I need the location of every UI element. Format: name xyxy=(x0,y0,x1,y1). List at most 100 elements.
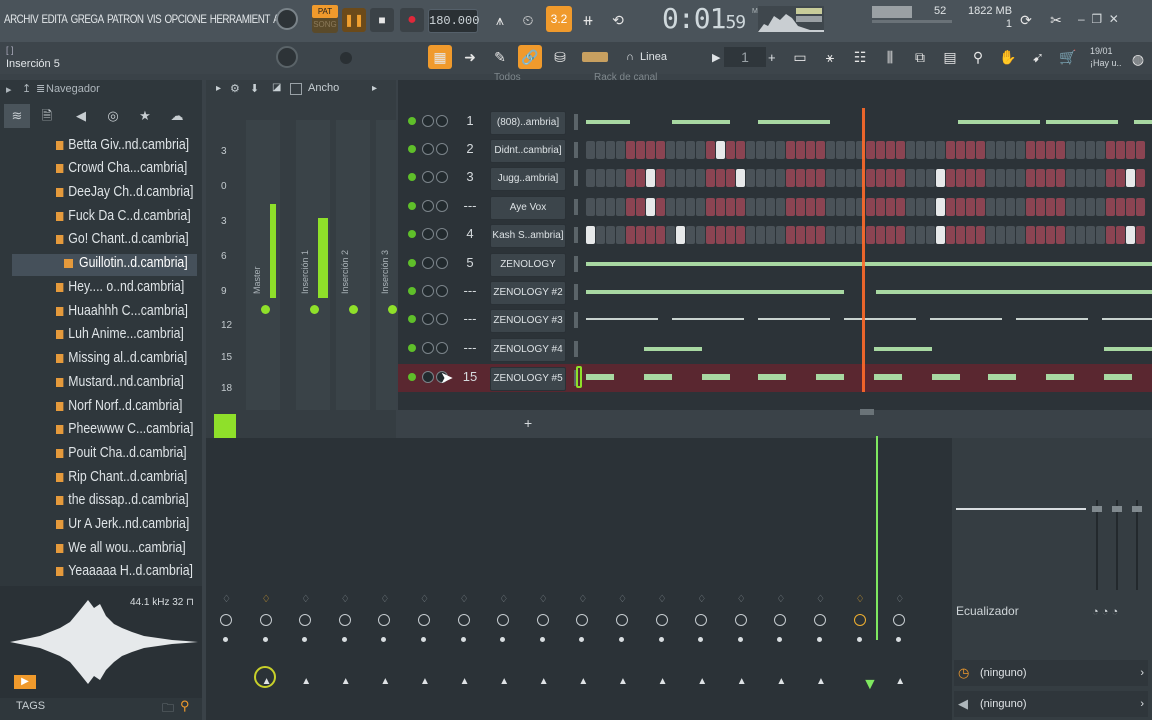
step-button[interactable] xyxy=(836,169,845,187)
insert-send-icon[interactable]: ♢ xyxy=(341,594,350,605)
piano-roll-note[interactable] xyxy=(932,374,960,380)
step-button[interactable] xyxy=(876,169,885,187)
insert-send-icon[interactable]: ♢ xyxy=(460,594,469,605)
stop-button[interactable]: ■ xyxy=(370,8,394,32)
pattern-prev-arrow[interactable]: ▶ xyxy=(712,51,720,64)
insert-stereo-dot[interactable] xyxy=(262,637,268,642)
channel-mute-led[interactable] xyxy=(408,344,416,352)
channel-select-strip[interactable] xyxy=(574,256,578,272)
eq-knob-2[interactable]: ◔ xyxy=(1102,606,1109,618)
step-button[interactable] xyxy=(956,226,965,244)
metronome-icon[interactable]: ⩚ xyxy=(488,8,512,32)
insert-pan-knob[interactable] xyxy=(853,614,866,626)
step-button[interactable] xyxy=(716,226,725,244)
piano-roll-note[interactable] xyxy=(816,374,844,380)
wait-record-icon[interactable]: ⏲ xyxy=(516,8,540,32)
cloud-filter-icon[interactable]: ☁ xyxy=(164,104,190,128)
step-button[interactable] xyxy=(1096,198,1105,216)
step-button[interactable] xyxy=(686,226,695,244)
channel-rack-icon[interactable]: ☷ xyxy=(848,45,872,69)
step-button[interactable] xyxy=(1016,198,1025,216)
browser-item[interactable]: Mustard..nd.cambria] xyxy=(56,373,184,395)
browser-item[interactable]: Yeaaaaa H..d.cambria] xyxy=(56,562,193,584)
channel-row[interactable]: --- ZENOLOGY #2 xyxy=(398,278,1152,306)
step-button[interactable] xyxy=(606,198,615,216)
step-button[interactable] xyxy=(1116,226,1125,244)
step-button[interactable] xyxy=(926,169,935,187)
channel-steps[interactable] xyxy=(586,196,1152,218)
step-button[interactable] xyxy=(656,226,665,244)
loop-record-icon[interactable]: ⟲ xyxy=(606,8,630,32)
channel-select-strip[interactable] xyxy=(574,227,578,243)
step-button[interactable] xyxy=(666,141,675,159)
step-button[interactable] xyxy=(676,141,685,159)
channel-steps[interactable] xyxy=(586,367,1152,389)
step-button[interactable] xyxy=(716,198,725,216)
step-button[interactable] xyxy=(696,141,705,159)
step-button[interactable] xyxy=(846,141,855,159)
snap-selector[interactable]: ∩ Linea xyxy=(626,51,667,63)
channel-pan-knob[interactable] xyxy=(422,143,434,155)
step-button[interactable] xyxy=(786,141,795,159)
channel-pan-knob[interactable] xyxy=(422,171,434,183)
channel-pan-knob[interactable] xyxy=(422,228,434,240)
step-button[interactable] xyxy=(646,198,655,216)
channel-volume-knob[interactable] xyxy=(436,257,448,269)
channel-pan-knob[interactable] xyxy=(422,371,434,383)
cart-icon[interactable]: 🛒 xyxy=(1056,45,1080,69)
step-button[interactable] xyxy=(816,169,825,187)
step-button[interactable] xyxy=(636,198,645,216)
channel-steps[interactable] xyxy=(586,281,1152,303)
insert-pan-knob[interactable] xyxy=(259,614,272,626)
piano-roll-note[interactable] xyxy=(758,374,786,380)
browser-item[interactable]: Missing al..d.cambria] xyxy=(56,349,187,371)
step-button[interactable] xyxy=(776,226,785,244)
channel-steps[interactable] xyxy=(586,167,1152,189)
browser-item[interactable]: We all wou...cambria] xyxy=(56,539,186,561)
insert1-led[interactable] xyxy=(310,305,319,314)
browser-item[interactable]: Norf Norf..d.cambria] xyxy=(56,397,182,419)
step-button[interactable] xyxy=(866,141,875,159)
channel-mute-led[interactable] xyxy=(408,230,416,238)
channel-name-button[interactable]: Jugg..ambria] xyxy=(490,167,566,191)
record-button[interactable]: ● xyxy=(400,8,424,32)
channel-select-strip[interactable] xyxy=(574,142,578,158)
step-button[interactable] xyxy=(976,141,985,159)
menu-edit[interactable]: EDITA xyxy=(42,12,68,26)
step-button[interactable] xyxy=(636,169,645,187)
channel-mixer-track[interactable]: 1 xyxy=(456,113,484,131)
channel-row[interactable]: 5 ZENOLOGY xyxy=(398,250,1152,278)
step-button[interactable] xyxy=(846,169,855,187)
step-button[interactable] xyxy=(1016,169,1025,187)
step-button[interactable] xyxy=(996,169,1005,187)
step-button[interactable] xyxy=(826,226,835,244)
channel-mixer-track[interactable]: 5 xyxy=(456,255,484,273)
insert-send-icon[interactable]: ♢ xyxy=(499,594,508,605)
step-button[interactable] xyxy=(1096,169,1105,187)
step-button[interactable] xyxy=(656,198,665,216)
browser-icon[interactable]: ▤ xyxy=(938,45,962,69)
channel-name-button[interactable]: ZENOLOGY #5 xyxy=(490,367,566,391)
browser-item[interactable]: the dissap..d.cambria] xyxy=(56,491,189,513)
step-button[interactable] xyxy=(966,141,975,159)
step-button[interactable] xyxy=(1016,226,1025,244)
browser-item[interactable]: Fuck Da C..d.cambria] xyxy=(56,207,191,229)
step-button[interactable] xyxy=(966,198,975,216)
step-button[interactable] xyxy=(1086,226,1095,244)
piano-roll-note[interactable] xyxy=(644,290,844,294)
piano-roll-note[interactable] xyxy=(874,347,932,351)
channel-select-strip[interactable] xyxy=(574,341,578,357)
menu-view[interactable]: VIS xyxy=(147,12,162,26)
step-button[interactable] xyxy=(796,141,805,159)
channel-volume-knob[interactable] xyxy=(436,115,448,127)
step-button[interactable] xyxy=(1136,198,1145,216)
step-button[interactable] xyxy=(926,226,935,244)
step-button[interactable] xyxy=(756,198,765,216)
step-button[interactable] xyxy=(986,226,995,244)
channel-mixer-track[interactable]: 3 xyxy=(456,169,484,187)
channel-name-button[interactable]: ZENOLOGY #4 xyxy=(490,338,566,362)
step-button[interactable] xyxy=(886,198,895,216)
step-button[interactable] xyxy=(1086,198,1095,216)
channel-steps[interactable] xyxy=(586,139,1152,161)
insert-stereo-dot[interactable] xyxy=(223,637,228,642)
